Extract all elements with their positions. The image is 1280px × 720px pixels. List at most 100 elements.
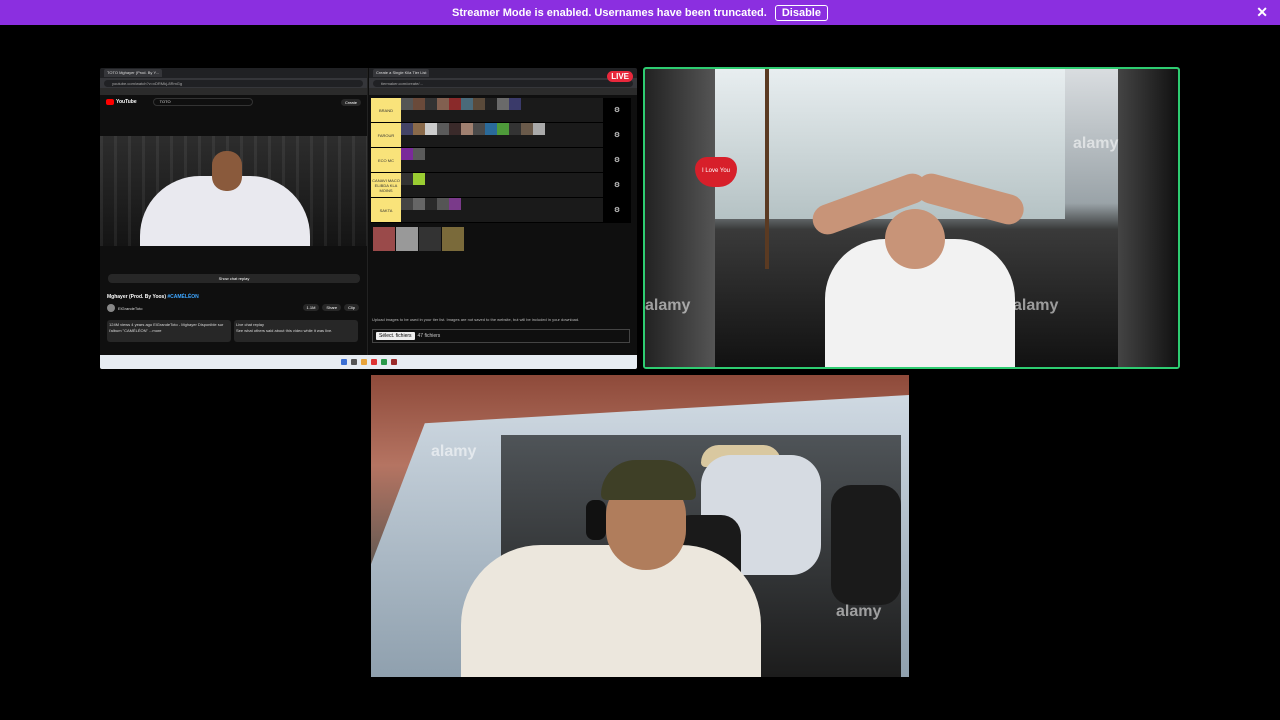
tier-items[interactable] bbox=[401, 148, 603, 172]
webcam-tile-1[interactable]: I Love You alamy alamy alamy bbox=[643, 67, 1180, 369]
tier-thumbnail[interactable] bbox=[509, 123, 521, 135]
streamer-mode-banner: Streamer Mode is enabled. Usernames have… bbox=[0, 0, 1280, 25]
pool-thumbnail[interactable] bbox=[442, 227, 464, 251]
browser-tab[interactable]: Create a Single Kila Tier List bbox=[373, 69, 430, 77]
tier-thumbnail[interactable] bbox=[485, 98, 497, 110]
webcam-tile-2[interactable]: alamy alamy bbox=[371, 375, 909, 677]
tier-label[interactable]: FAROUR bbox=[371, 123, 401, 147]
tier-thumbnail[interactable] bbox=[497, 123, 509, 135]
app-icon[interactable] bbox=[390, 359, 397, 365]
video-person-head bbox=[212, 151, 242, 191]
like-button[interactable]: 1.1M bbox=[302, 304, 320, 311]
share-button[interactable]: Share bbox=[322, 304, 342, 311]
tier-thumbnail[interactable] bbox=[413, 198, 425, 210]
tier-thumbnail[interactable] bbox=[485, 123, 497, 135]
folder-icon[interactable] bbox=[360, 359, 367, 365]
tier-thumbnail[interactable] bbox=[437, 123, 449, 135]
gear-icon[interactable]: ⚙ bbox=[603, 98, 631, 122]
tier-label[interactable]: BRAND bbox=[371, 98, 401, 122]
disable-streamer-mode-button[interactable]: Disable bbox=[774, 4, 828, 21]
tier-list: BRAND ⚙ FAROUR ⚙ ECO MC ⚙ CANAVI MACO EL… bbox=[371, 98, 631, 255]
tier-row: FAROUR ⚙ bbox=[371, 123, 631, 148]
video-description[interactable]: 124M views 4 years ago ElGrandeToto - Mg… bbox=[107, 320, 231, 342]
tier-label[interactable]: CANAVI MACO ELIBDA KLA MOINS bbox=[371, 173, 401, 197]
pool-thumbnail[interactable] bbox=[373, 227, 395, 251]
car-seat bbox=[831, 485, 901, 605]
browser-tab-bar: Create a Single Kila Tier List bbox=[369, 68, 637, 78]
tier-thumbnail[interactable] bbox=[413, 98, 425, 110]
youtube-logo[interactable]: YouTube bbox=[106, 99, 137, 105]
show-chat-replay-button[interactable]: Show chat replay bbox=[108, 274, 360, 283]
create-button[interactable]: Create bbox=[340, 98, 361, 106]
channel-avatar[interactable] bbox=[107, 304, 115, 312]
tier-thumbnail[interactable] bbox=[449, 198, 461, 210]
tier-thumbnail[interactable] bbox=[449, 98, 461, 110]
tier-label[interactable]: ECO MC bbox=[371, 148, 401, 172]
tier-thumbnail[interactable] bbox=[413, 173, 425, 185]
clip-button[interactable]: Clip bbox=[344, 304, 359, 311]
tier-thumbnail[interactable] bbox=[497, 98, 509, 110]
unranked-pool[interactable] bbox=[371, 223, 631, 255]
watermark: alamy bbox=[431, 443, 477, 460]
app-icon[interactable] bbox=[380, 359, 387, 365]
channel-name[interactable]: ElGrandeToto bbox=[118, 306, 142, 311]
tier-items[interactable] bbox=[401, 173, 603, 197]
video-player[interactable] bbox=[100, 136, 367, 246]
bookmarks-bar bbox=[369, 88, 637, 95]
channel-info[interactable]: ElGrandeToto bbox=[107, 304, 142, 312]
tier-thumbnail[interactable] bbox=[437, 198, 449, 210]
tier-items[interactable] bbox=[401, 198, 603, 222]
tier-thumbnail[interactable] bbox=[521, 123, 533, 135]
tier-thumbnail[interactable] bbox=[509, 98, 521, 110]
car-pillar bbox=[1118, 69, 1178, 367]
tier-thumbnail[interactable] bbox=[401, 198, 413, 210]
tier-thumbnail[interactable] bbox=[473, 98, 485, 110]
tier-thumbnail[interactable] bbox=[461, 123, 473, 135]
select-files-button[interactable]: Sélect. fichiers bbox=[376, 332, 415, 340]
tier-thumbnail[interactable] bbox=[413, 148, 425, 160]
tier-thumbnail[interactable] bbox=[401, 123, 413, 135]
url-field[interactable]: tiermaker.com/create/... bbox=[373, 79, 633, 87]
tier-items[interactable] bbox=[401, 98, 603, 122]
live-chat-text: See what others said about this video wh… bbox=[236, 328, 333, 333]
tier-items[interactable] bbox=[401, 123, 603, 147]
tier-thumbnail[interactable] bbox=[401, 173, 413, 185]
banner-message: Streamer Mode is enabled. Usernames have… bbox=[452, 6, 767, 19]
tier-thumbnail[interactable] bbox=[449, 123, 461, 135]
gear-icon[interactable]: ⚙ bbox=[603, 148, 631, 172]
tier-thumbnail[interactable] bbox=[401, 148, 413, 160]
tier-thumbnail[interactable] bbox=[413, 123, 425, 135]
file-picker[interactable]: Sélect. fichiers 47 fichiers bbox=[372, 329, 630, 343]
tier-label[interactable]: SAKTA bbox=[371, 198, 401, 222]
url-field[interactable]: youtube.com/watch?v=xDRMkj-8RmGg bbox=[104, 79, 363, 87]
tier-thumbnail[interactable] bbox=[461, 98, 473, 110]
start-icon[interactable] bbox=[340, 359, 347, 365]
gear-icon[interactable]: ⚙ bbox=[603, 198, 631, 222]
tier-thumbnail[interactable] bbox=[425, 123, 437, 135]
address-bar[interactable]: youtube.com/watch?v=xDRMkj-8RmGg bbox=[100, 78, 367, 88]
tier-thumbnail[interactable] bbox=[533, 123, 545, 135]
file-count: 47 fichiers bbox=[417, 333, 441, 339]
tier-thumbnail[interactable] bbox=[473, 123, 485, 135]
video-hashtag[interactable]: #CAMÉLÉON bbox=[167, 294, 198, 300]
app-icon[interactable] bbox=[370, 359, 377, 365]
search-icon[interactable] bbox=[350, 359, 357, 365]
gear-icon[interactable]: ⚙ bbox=[603, 123, 631, 147]
watermark: alamy bbox=[1013, 297, 1059, 314]
watermark: alamy bbox=[645, 297, 691, 314]
address-bar[interactable]: tiermaker.com/create/... bbox=[369, 78, 637, 88]
pool-thumbnail[interactable] bbox=[419, 227, 441, 251]
windows-taskbar bbox=[100, 355, 637, 369]
tier-thumbnail[interactable] bbox=[425, 98, 437, 110]
screen-share-tile[interactable]: LIVE TOTO Mghayer (Prod. By Y... youtube… bbox=[100, 68, 637, 369]
browser-tab[interactable]: TOTO Mghayer (Prod. By Y... bbox=[104, 69, 162, 77]
tier-thumbnail[interactable] bbox=[425, 198, 437, 210]
heart-charm: I Love You bbox=[695, 157, 737, 187]
tier-row: BRAND ⚙ bbox=[371, 98, 631, 123]
tier-thumbnail[interactable] bbox=[401, 98, 413, 110]
tier-thumbnail[interactable] bbox=[437, 98, 449, 110]
close-icon[interactable]: ✕ bbox=[1256, 4, 1268, 20]
gear-icon[interactable]: ⚙ bbox=[603, 173, 631, 197]
pool-thumbnail[interactable] bbox=[396, 227, 418, 251]
youtube-search-input[interactable]: TOTO bbox=[152, 98, 253, 106]
